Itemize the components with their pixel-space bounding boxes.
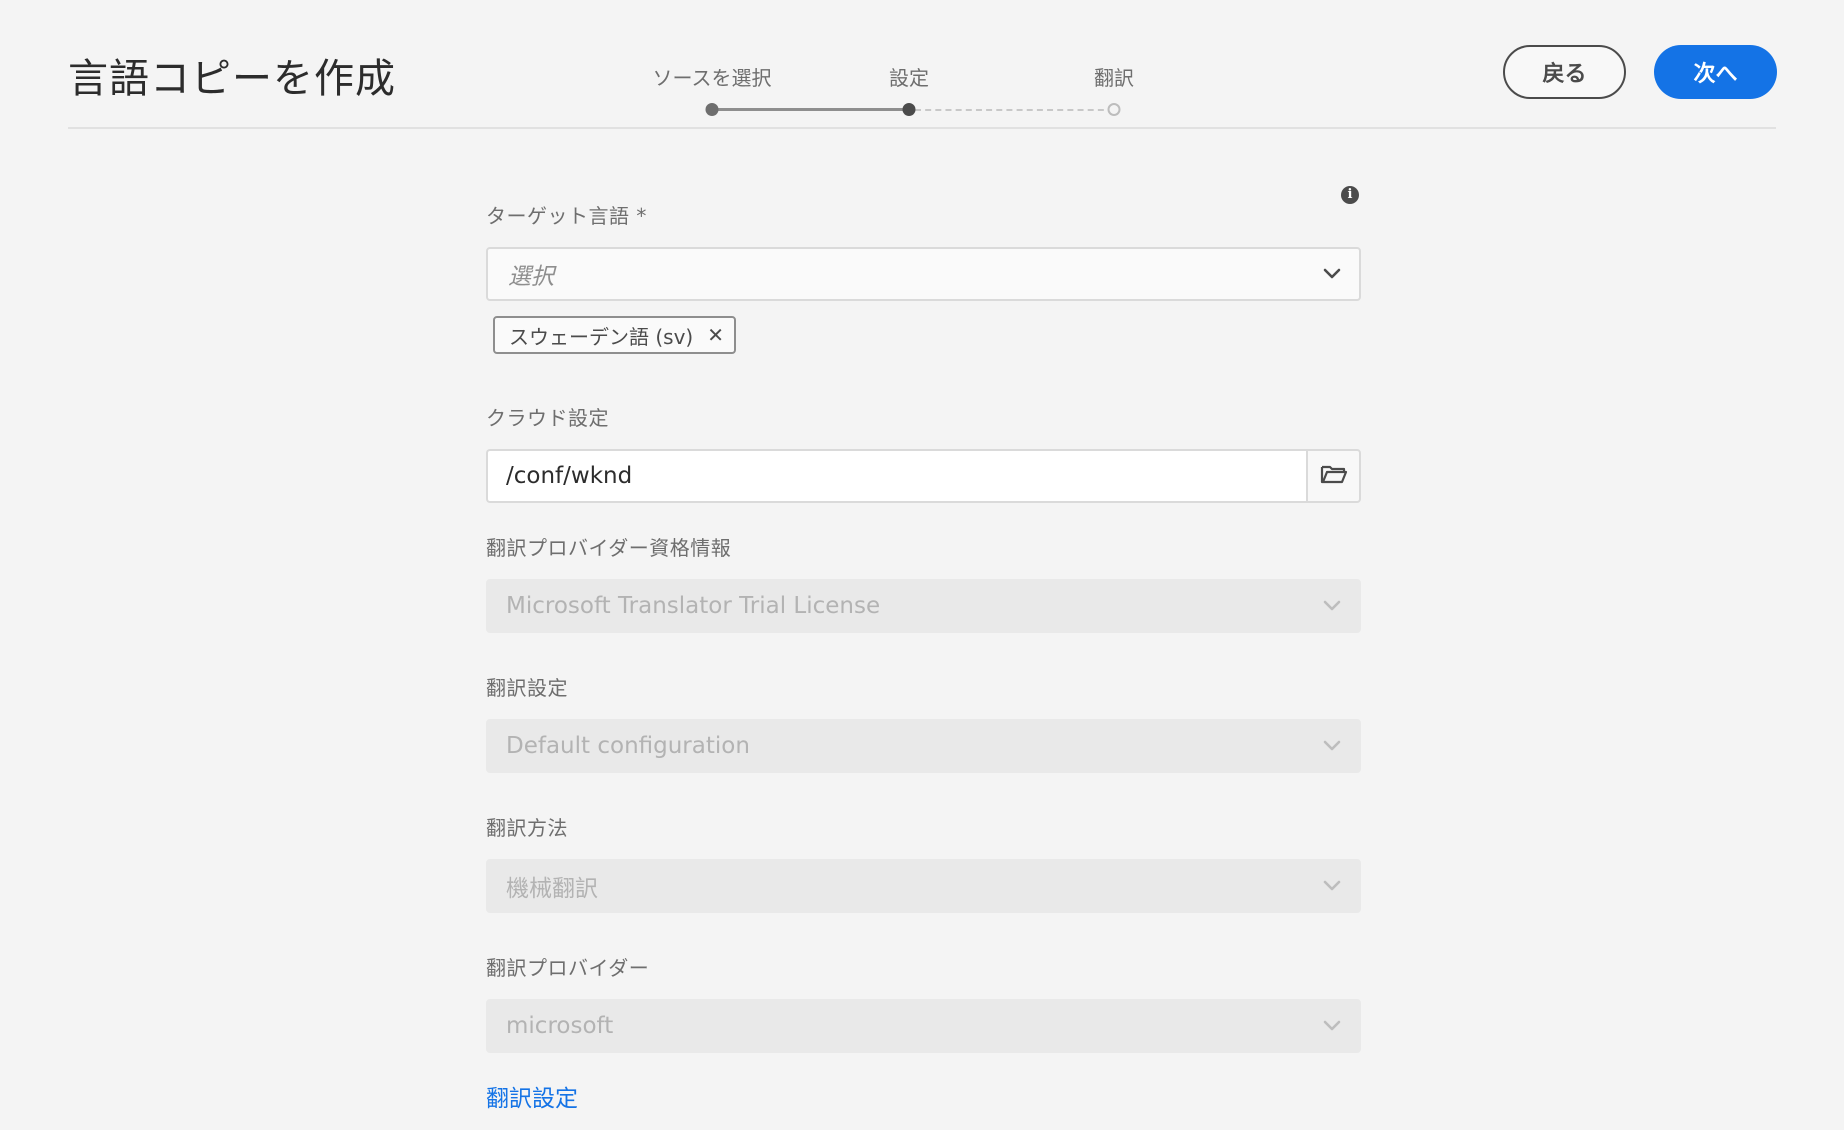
- step-label-settings: 設定: [889, 66, 929, 90]
- translation-config-label: 翻訳設定: [486, 676, 568, 700]
- translation-config-value: Default configuration: [506, 733, 750, 759]
- translation-provider-label: 翻訳プロバイダー: [486, 956, 650, 980]
- selected-language-tag: スウェーデン語 (sv) ✕: [493, 316, 736, 354]
- translation-provider-value: microsoft: [506, 1013, 614, 1039]
- wizard-stepper: ソースを選択 設定 翻訳: [640, 58, 1160, 118]
- chevron-down-icon: [1305, 247, 1359, 301]
- provider-credentials-value: Microsoft Translator Trial License: [506, 593, 881, 619]
- header-divider: [68, 127, 1776, 129]
- cloud-config-label: クラウド設定: [486, 406, 609, 430]
- chevron-down-icon: [1305, 719, 1359, 773]
- translation-method-label: 翻訳方法: [486, 816, 568, 840]
- page-title: 言語コピーを作成: [68, 56, 396, 102]
- step-connector-completed: [712, 108, 909, 111]
- close-icon[interactable]: ✕: [707, 323, 724, 347]
- chevron-down-icon: [1305, 859, 1359, 913]
- step-connector-pending: [915, 109, 1114, 111]
- translation-config-select: Default configuration: [486, 719, 1361, 773]
- translation-method-select: 機械翻訳: [486, 859, 1361, 913]
- chevron-down-icon: [1305, 579, 1359, 633]
- provider-credentials-label: 翻訳プロバイダー資格情報: [486, 536, 732, 560]
- translation-provider-select: microsoft: [486, 999, 1361, 1053]
- tag-label: スウェーデン語 (sv): [509, 324, 694, 349]
- cloud-config-input[interactable]: /conf/wknd: [486, 449, 1306, 503]
- folder-icon: [1320, 463, 1348, 489]
- translation-settings-link[interactable]: 翻訳設定: [486, 1079, 578, 1113]
- chevron-down-icon: [1305, 999, 1359, 1053]
- next-button[interactable]: 次へ: [1654, 45, 1777, 99]
- step-dot-source: [705, 103, 719, 116]
- step-dot-settings: [902, 103, 916, 116]
- info-icon[interactable]: i: [1341, 186, 1359, 204]
- step-label-translate: 翻訳: [1094, 66, 1134, 90]
- target-language-label: ターゲット言語 *: [486, 204, 647, 228]
- provider-credentials-select: Microsoft Translator Trial License: [486, 579, 1361, 633]
- step-dot-translate: [1107, 103, 1121, 116]
- translation-method-value: 機械翻訳: [506, 876, 598, 902]
- target-language-placeholder: 選択: [508, 264, 554, 290]
- browse-button[interactable]: [1306, 449, 1361, 503]
- step-label-source: ソースを選択: [652, 66, 772, 90]
- back-button[interactable]: 戻る: [1503, 45, 1626, 99]
- target-language-select[interactable]: 選択: [486, 247, 1361, 301]
